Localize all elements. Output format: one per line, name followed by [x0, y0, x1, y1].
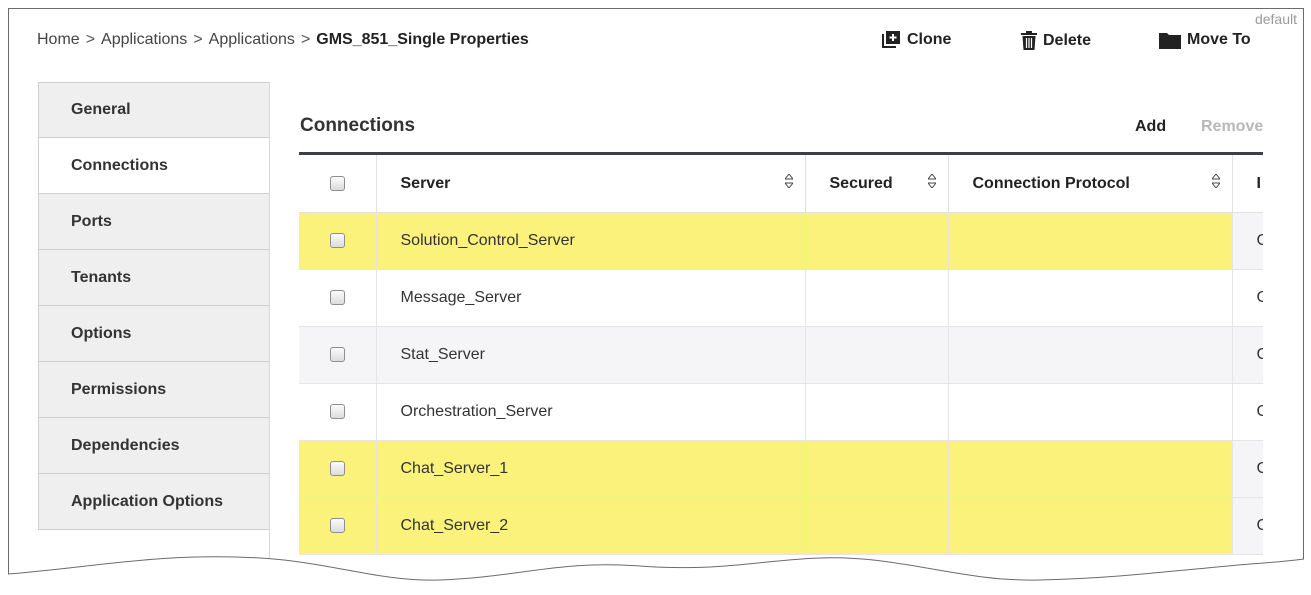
secured-cell [805, 212, 949, 270]
truncated-cell: C [1232, 383, 1263, 441]
breadcrumb-applications[interactable]: Applications [101, 31, 187, 48]
column-header-truncated[interactable]: I [1232, 153, 1263, 213]
remove-button[interactable]: Remove [1201, 118, 1263, 136]
connections-table: Server Secured Connection Protocol I Sol… [299, 152, 1263, 555]
select-all-checkbox[interactable] [329, 175, 345, 191]
sidebar-item-dependencies[interactable]: Dependencies [38, 418, 270, 474]
protocol-cell [948, 326, 1233, 384]
table-row[interactable]: Solution_Control_Server C [299, 212, 1263, 270]
row-checkbox-cell [299, 212, 377, 270]
column-header-label: Server [400, 174, 451, 192]
row-checkbox[interactable] [329, 233, 345, 249]
breadcrumb-separator: > [193, 31, 203, 48]
secured-cell [805, 383, 949, 441]
sidebar-item-connections[interactable]: Connections [38, 138, 270, 194]
add-button[interactable]: Add [1135, 118, 1166, 136]
column-header-server[interactable]: Server [376, 153, 806, 213]
row-checkbox[interactable] [329, 404, 345, 420]
truncated-cell: C [1232, 212, 1263, 270]
row-checkbox-cell [299, 440, 377, 498]
table-row[interactable]: Orchestration_Server C [299, 383, 1263, 441]
trash-icon [1021, 31, 1037, 50]
server-cell: Solution_Control_Server [376, 212, 806, 270]
delete-button[interactable]: Delete [1021, 31, 1091, 50]
sidebar-item-tenants[interactable]: Tenants [38, 250, 270, 306]
secured-cell [805, 326, 949, 384]
sort-icon[interactable] [927, 174, 936, 188]
table-row[interactable]: Stat_Server C [299, 326, 1263, 384]
breadcrumb-home[interactable]: Home [37, 31, 80, 48]
protocol-cell [948, 383, 1233, 441]
sort-icon[interactable] [784, 174, 793, 188]
properties-panel: default Home > Applications > Applications > G… [8, 8, 1304, 588]
column-header-secured[interactable]: Secured [805, 153, 949, 213]
page-title: GMS_851_Single Properties [316, 31, 529, 48]
sidebar-item-options[interactable]: Options [38, 306, 270, 362]
column-header-label: Connection Protocol [972, 174, 1130, 192]
breadcrumb: Home > Applications > Applications > GMS_851_S… [37, 31, 529, 49]
row-checkbox-cell [299, 326, 377, 384]
row-checkbox[interactable] [329, 461, 345, 477]
truncated-cell: C [1232, 326, 1263, 384]
protocol-cell [948, 212, 1233, 270]
select-all-cell [299, 153, 377, 213]
sidebar: General Connections Ports Tenants Option… [38, 82, 270, 530]
folder-icon [1159, 32, 1181, 49]
torn-edge [0, 556, 1311, 595]
breadcrumb-applications-folder[interactable]: Applications [209, 31, 295, 48]
section-title: Connections [300, 115, 416, 136]
row-checkbox[interactable] [329, 290, 345, 306]
server-cell: Chat_Server_1 [376, 440, 806, 498]
server-cell: Stat_Server [376, 326, 806, 384]
truncated-cell: C [1232, 440, 1263, 498]
row-checkbox[interactable] [329, 347, 345, 363]
breadcrumb-separator: > [85, 31, 96, 48]
secured-cell [805, 440, 949, 498]
column-header-label: Secured [829, 174, 893, 192]
delete-label: Delete [1043, 31, 1092, 49]
table-header-row: Server Secured Connection Protocol I [299, 153, 1263, 213]
clone-label: Clone [907, 31, 952, 48]
sidebar-item-permissions[interactable]: Permissions [38, 362, 270, 418]
protocol-cell [948, 440, 1233, 498]
server-cell: Orchestration_Server [376, 383, 806, 441]
table-row[interactable]: Message_Server C [299, 269, 1263, 327]
table-row[interactable]: Chat_Server_1 C [299, 440, 1263, 498]
row-checkbox-cell [299, 269, 377, 327]
sort-icon[interactable] [1211, 174, 1220, 188]
sidebar-item-ports[interactable]: Ports [38, 194, 270, 250]
default-tag: default [1254, 11, 1297, 27]
sidebar-divider [269, 82, 270, 588]
move-to-button[interactable]: Move To [1159, 31, 1251, 49]
row-checkbox-cell [299, 383, 377, 441]
clone-button[interactable]: Clone [881, 31, 951, 49]
connections-table-container: Server Secured Connection Protocol I Sol… [299, 152, 1263, 572]
server-cell: Message_Server [376, 269, 806, 327]
secured-cell [805, 269, 949, 327]
protocol-cell [948, 269, 1233, 327]
sidebar-item-application-options[interactable]: Application Options [38, 474, 270, 530]
truncated-cell: C [1232, 269, 1263, 327]
column-header-connection-protocol[interactable]: Connection Protocol [948, 153, 1233, 213]
breadcrumb-separator: > [300, 31, 311, 48]
clone-icon [882, 31, 900, 48]
sidebar-item-general[interactable]: General [38, 82, 270, 138]
move-to-label: Move To [1187, 31, 1251, 48]
